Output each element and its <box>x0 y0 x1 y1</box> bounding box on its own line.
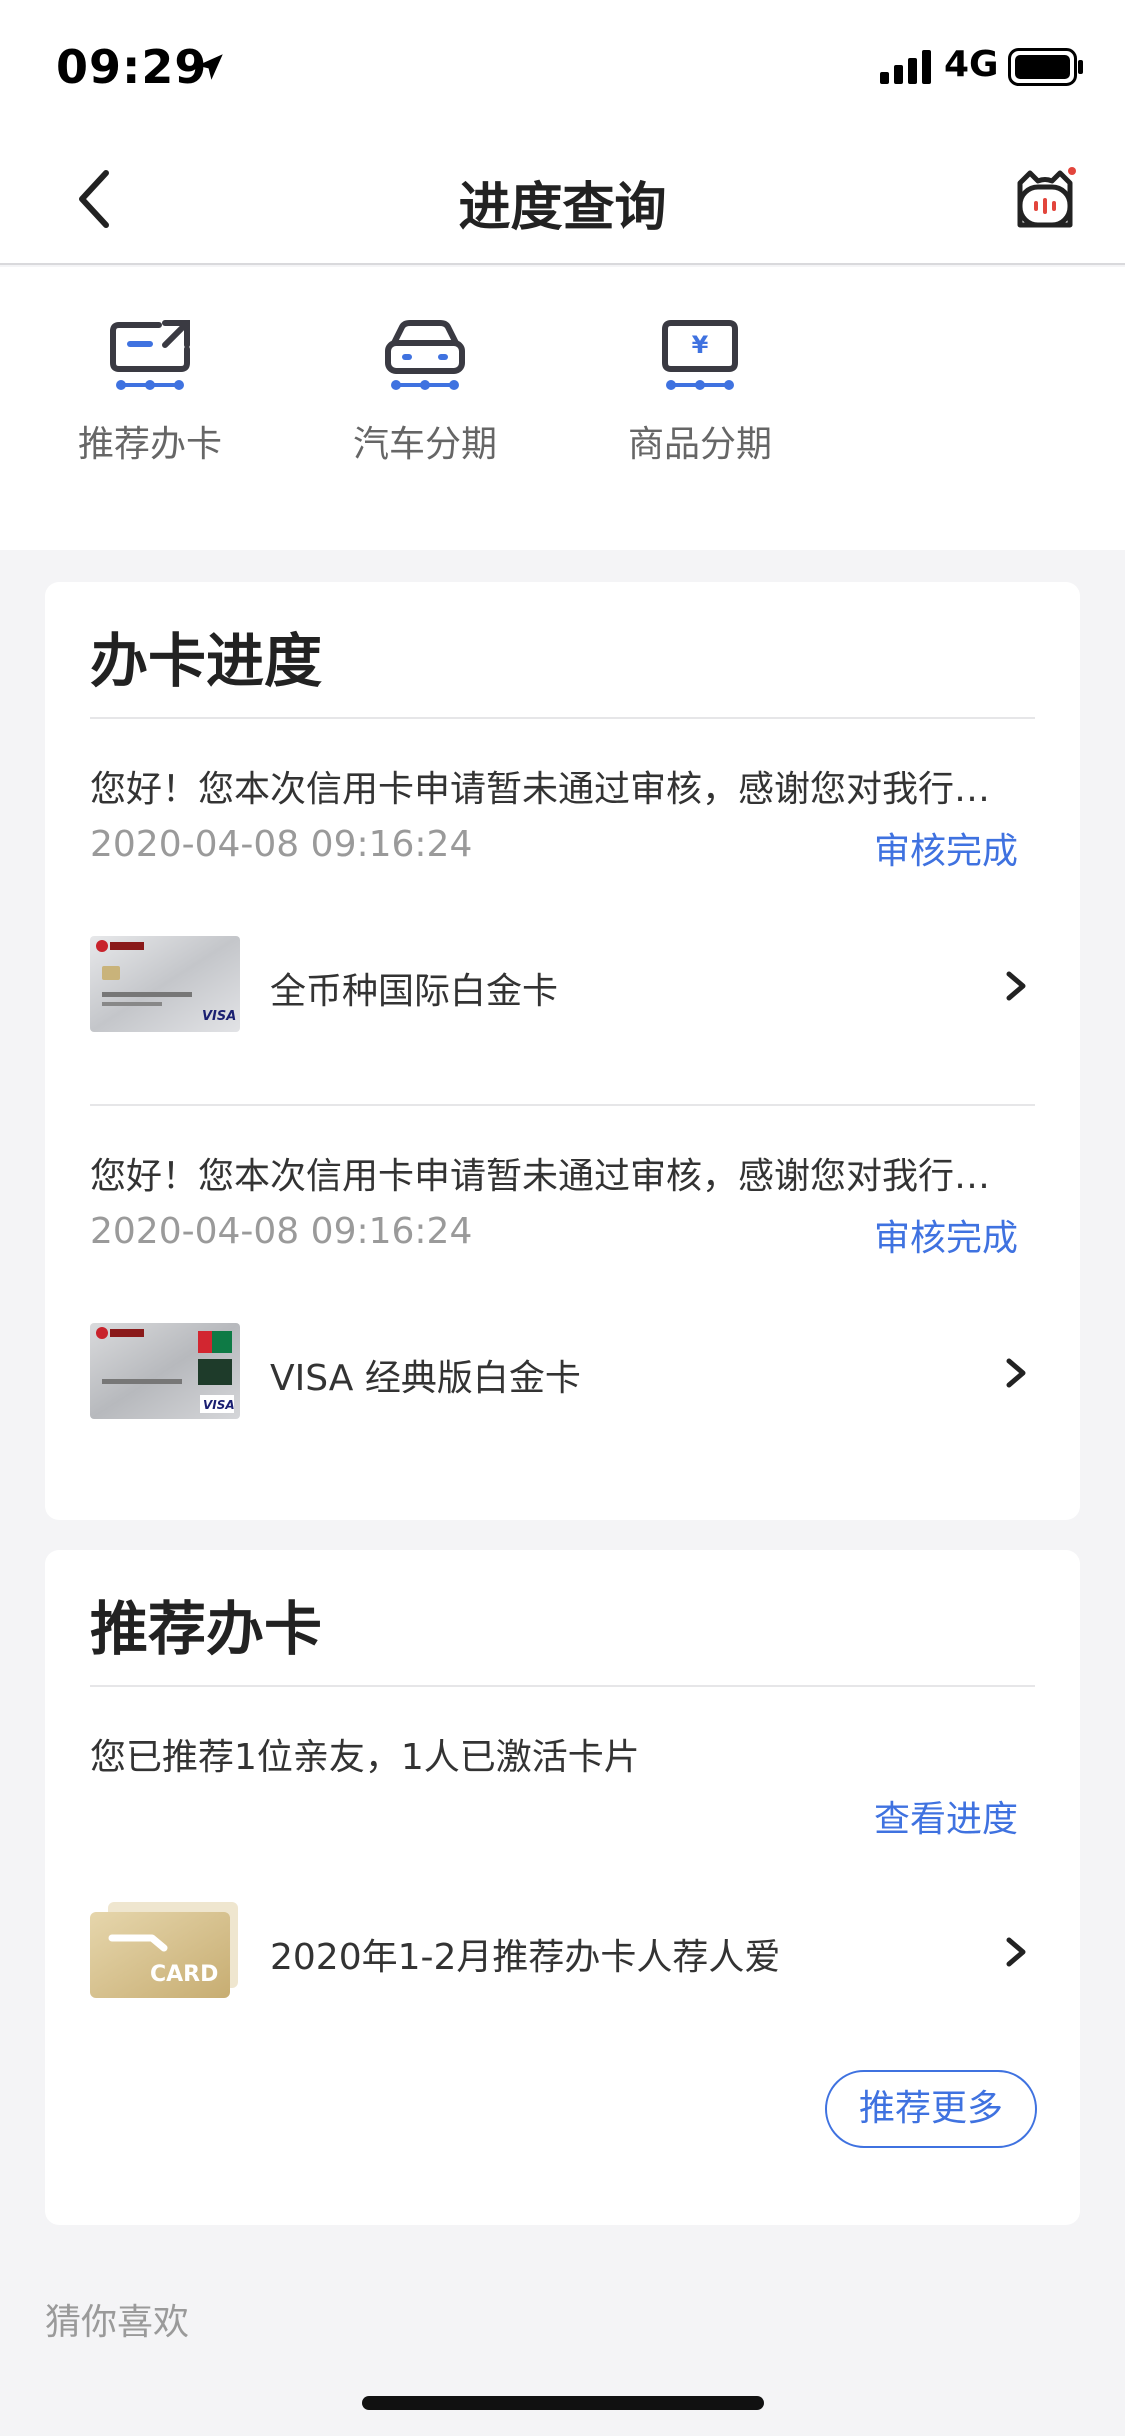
progress-panel-title: 办卡进度 <box>90 627 323 695</box>
home-indicator[interactable] <box>362 2396 764 2410</box>
recommend-more-button[interactable]: 推荐更多 <box>825 2070 1037 2148</box>
category-goods-installment[interactable]: ¥ 商品分期 <box>600 317 800 467</box>
svg-text:VISA: VISA <box>202 1009 236 1024</box>
svg-text:¥: ¥ <box>692 331 709 359</box>
card-item-row[interactable]: VISA 全币种国际白金卡 <box>90 936 1035 1036</box>
page-title: 进度查询 <box>458 178 667 238</box>
progress-datetime: 2020-04-08 09:16:24 <box>90 824 473 865</box>
category-row: 推荐办卡 汽车分期 ¥ 商品分期 <box>0 267 1125 550</box>
category-label: 商品分期 <box>627 424 772 465</box>
status-time: 09:29 <box>56 40 208 94</box>
recommend-summary: 您已推荐1位亲友，1人已激活卡片 <box>90 1737 640 1778</box>
chevron-right-icon <box>1006 1358 1026 1388</box>
divider <box>90 1685 1035 1687</box>
card-badge-text: CARD <box>150 1962 219 1987</box>
recommend-panel-title: 推荐办卡 <box>90 1595 323 1663</box>
recommend-panel: 推荐办卡 您已推荐1位亲友，1人已激活卡片 查看进度 CARD 2020年1-2… <box>45 1550 1080 2225</box>
progress-datetime: 2020-04-08 09:16:24 <box>90 1211 473 1252</box>
signal-strength-icon <box>880 50 931 84</box>
category-car-installment[interactable]: 汽车分期 <box>325 317 525 467</box>
battery-icon <box>1008 48 1083 86</box>
car-icon <box>385 320 465 390</box>
network-type: 4G <box>944 44 999 85</box>
location-arrow-icon <box>197 54 223 80</box>
chevron-right-icon <box>1006 971 1026 1001</box>
status-bar: 09:29 4G <box>0 0 1125 135</box>
campaign-row[interactable]: CARD 2020年1-2月推荐办卡人荐人爱 <box>90 1902 1035 2002</box>
yen-tag-icon: ¥ <box>662 320 738 390</box>
svg-text:VISA: VISA <box>203 1398 235 1412</box>
campaign-name: 2020年1-2月推荐办卡人荐人爱 <box>270 1937 781 1978</box>
progress-message: 您好！您本次信用卡申请暂未通过审核，感谢您对我行… <box>90 769 991 810</box>
review-status-link[interactable]: 审核完成 <box>874 1209 1018 1261</box>
card-name: VISA 经典版白金卡 <box>270 1358 581 1399</box>
progress-message: 您好！您本次信用卡申请暂未通过审核，感谢您对我行… <box>90 1156 991 1197</box>
chevron-right-icon <box>1006 1937 1026 1967</box>
divider <box>90 717 1035 719</box>
category-label: 推荐办卡 <box>77 424 222 465</box>
credit-card-thumbnail: VISA <box>90 936 240 1032</box>
card-item-row[interactable]: VISA VISA 经典版白金卡 <box>90 1323 1035 1423</box>
view-progress-link[interactable]: 查看进度 <box>874 1790 1018 1842</box>
divider <box>90 1104 1035 1106</box>
nav-bar: 进度查询 <box>0 135 1125 265</box>
guess-you-like-heading: 猜你喜欢 <box>45 2302 190 2343</box>
category-recommend-card[interactable]: 推荐办卡 <box>50 317 250 467</box>
card-share-icon <box>110 320 190 390</box>
category-label: 汽车分期 <box>352 424 497 465</box>
cat-assistant-icon[interactable] <box>1010 165 1080 235</box>
progress-panel: 办卡进度 您好！您本次信用卡申请暂未通过审核，感谢您对我行… 2020-04-0… <box>45 582 1080 1520</box>
credit-card-thumbnail: VISA <box>90 1323 240 1419</box>
review-status-link[interactable]: 审核完成 <box>874 822 1018 874</box>
card-name: 全币种国际白金卡 <box>270 971 559 1012</box>
